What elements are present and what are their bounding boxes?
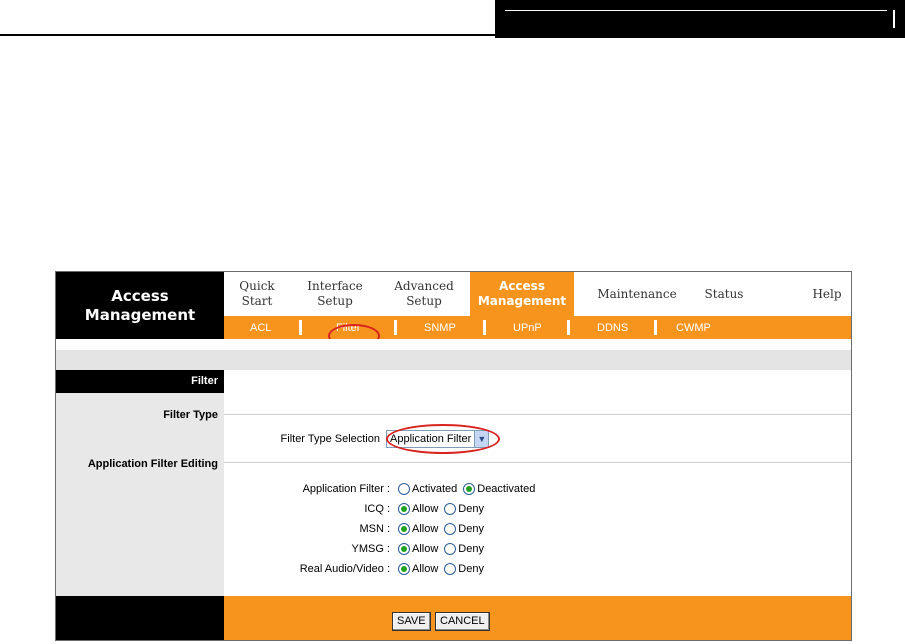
nav-status[interactable]: Status (694, 272, 754, 316)
section-title: Filter (56, 370, 224, 393)
document-header-rule (0, 34, 495, 36)
divider (224, 414, 851, 415)
subnav-separator (394, 320, 397, 335)
cancel-button[interactable]: CANCEL (435, 612, 490, 631)
brand-title-line1: Access (111, 286, 169, 305)
ymsg-deny-label: Deny (458, 543, 484, 555)
icq-allow-radio[interactable] (398, 503, 410, 515)
grey-divider-row (56, 350, 851, 370)
msn-deny-radio[interactable] (444, 523, 457, 535)
sub-navigation: ACL Filter SNMP UPnP DDNS CWMP (224, 316, 851, 339)
nav-interface-setup[interactable]: Interface Setup (290, 272, 380, 316)
app-filter-label: Application Filter : (302, 483, 390, 495)
subnav-separator (654, 320, 657, 335)
icq-allow-label: Allow (412, 503, 439, 515)
nav-quick-start[interactable]: Quick Start (224, 272, 290, 316)
filter-type-heading: Filter Type (163, 409, 218, 421)
real-audio-video-deny-radio[interactable] (444, 563, 457, 575)
chevron-down-icon[interactable]: ▼ (474, 431, 489, 447)
msn-label: MSN : (359, 523, 390, 535)
document-header-bar (495, 0, 905, 38)
footer-left-block (56, 596, 224, 640)
msn-allow-label: Allow (412, 523, 439, 535)
msn-allow-radio[interactable] (398, 523, 410, 535)
router-admin-panel: Access Management Quick Start Interface … (55, 271, 852, 641)
document-header-tick (893, 10, 895, 28)
ymsg-deny-radio[interactable] (444, 543, 457, 555)
real-audio-video-deny-label: Deny (458, 563, 484, 575)
real-audio-video-allow-label: Allow (412, 563, 439, 575)
subnav-separator (483, 320, 486, 335)
app-filter-editing-heading: Application Filter Editing (87, 458, 218, 470)
subnav-ddns[interactable]: DDNS (597, 316, 628, 339)
app-filter-activated-label: Activated (412, 483, 458, 495)
icq-deny-label: Deny (458, 503, 484, 515)
subnav-filter[interactable]: Filter (336, 316, 360, 339)
msn-deny-label: Deny (458, 523, 484, 535)
brand-block: Access Management (56, 272, 224, 339)
nav-help[interactable]: Help (802, 272, 851, 316)
filter-type-select-value: Application Filter (390, 433, 472, 445)
subnav-separator (567, 320, 570, 335)
top-navigation: Quick Start Interface Setup Advanced Set… (224, 272, 851, 316)
real-audio-video-label: Real Audio/Video : (299, 563, 390, 575)
ymsg-allow-radio[interactable] (398, 543, 410, 555)
brand-title-line2: Management (84, 305, 196, 324)
subnav-separator (299, 320, 302, 335)
footer-action-bar (224, 596, 851, 640)
left-label-column (56, 370, 224, 596)
subnav-cwmp[interactable]: CWMP (676, 316, 711, 339)
real-audio-video-allow-radio[interactable] (398, 563, 410, 575)
icq-deny-radio[interactable] (444, 503, 457, 515)
divider (224, 462, 851, 463)
ymsg-allow-label: Allow (412, 543, 439, 555)
app-filter-deactivated-label: Deactivated (477, 483, 536, 495)
ymsg-label: YMSG : (351, 543, 390, 555)
app-filter-activated-radio[interactable] (398, 483, 410, 495)
app-filter-deactivated-radio[interactable] (463, 483, 476, 495)
icq-row: ICQ : Allow Deny (224, 499, 851, 519)
subnav-upnp[interactable]: UPnP (513, 316, 542, 339)
filter-type-row: Filter Type Selection Application Filter… (224, 429, 851, 449)
msn-row: MSN : Allow Deny (224, 519, 851, 539)
document-header-inner-rule (505, 10, 887, 11)
real-audio-video-row: Real Audio/Video : Allow Deny (224, 559, 851, 579)
filter-type-selection-label: Filter Type Selection (280, 433, 380, 445)
nav-advanced-setup[interactable]: Advanced Setup (380, 272, 468, 316)
icq-label: ICQ : (364, 503, 390, 515)
app-filter-row: Application Filter : Activated Deactivat… (224, 479, 851, 499)
filter-type-select[interactable]: Application Filter ▼ (386, 430, 490, 448)
subnav-snmp[interactable]: SNMP (424, 316, 456, 339)
ymsg-row: YMSG : Allow Deny (224, 539, 851, 559)
nav-maintenance[interactable]: Maintenance (586, 272, 688, 316)
nav-access-management[interactable]: Access Management (470, 272, 574, 316)
subnav-acl[interactable]: ACL (250, 316, 271, 339)
spacer-row (56, 339, 851, 350)
save-button[interactable]: SAVE (392, 612, 431, 631)
